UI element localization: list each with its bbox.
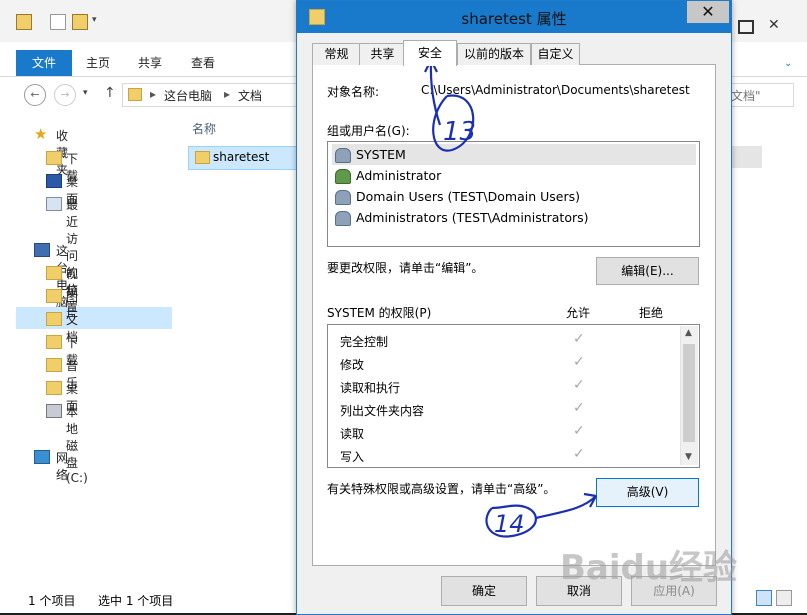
step-14-number: 14 [494, 510, 525, 538]
tab-security[interactable]: 安全 [403, 40, 457, 66]
annotation-arrow-shaft [535, 495, 597, 520]
baidu-watermark: Baidu经验 [560, 548, 738, 588]
annotation-layer: 13 14 [424, 59, 597, 538]
step-13-number: 13 [443, 117, 476, 147]
